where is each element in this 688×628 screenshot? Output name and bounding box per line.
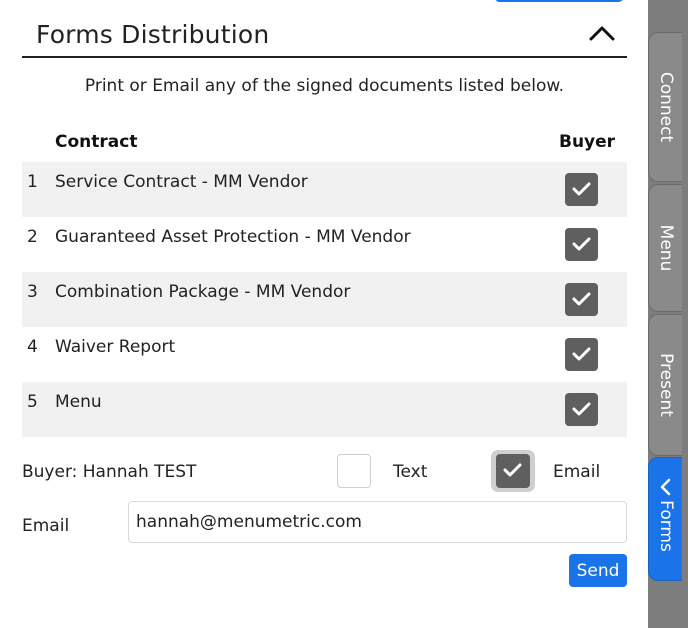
panel-subtitle: Print or Email any of the signed documen… [84, 76, 565, 96]
document-number: 4 [27, 337, 38, 357]
buyer-checkbox[interactable] [565, 338, 598, 371]
tab-present[interactable]: Present [648, 314, 682, 456]
buyer-name: Buyer: Hannah TEST [22, 462, 197, 482]
checkmark-icon [572, 402, 591, 416]
checkmark-icon [572, 347, 591, 361]
buyer-checkbox[interactable] [565, 173, 598, 206]
document-list: 1 Service Contract - MM Vendor 2 Guarant… [22, 162, 627, 437]
document-row: 4 Waiver Report [22, 327, 627, 382]
panel-header: Forms Distribution [22, 0, 627, 58]
document-name: Waiver Report [55, 337, 176, 357]
email-field-label: Email [22, 516, 70, 536]
document-row: 1 Service Contract - MM Vendor [22, 162, 627, 217]
tab-forms-label: Forms [655, 500, 676, 553]
column-header-buyer: Buyer [559, 132, 616, 152]
text-delivery-label: Text [393, 462, 428, 482]
document-row: 3 Combination Package - MM Vendor [22, 272, 627, 327]
buyer-checkbox[interactable] [565, 393, 598, 426]
chevron-left-icon [660, 478, 671, 496]
panel-title: Forms Distribution [36, 20, 270, 49]
column-header-contract: Contract [55, 132, 138, 152]
document-number: 5 [27, 392, 38, 412]
tab-connect[interactable]: Connect [648, 32, 682, 182]
checkmark-icon [503, 463, 522, 477]
document-name: Service Contract - MM Vendor [55, 172, 308, 192]
text-delivery-checkbox[interactable] [337, 454, 371, 488]
email-field[interactable] [128, 501, 627, 543]
checkmark-icon [572, 292, 591, 306]
tab-menu[interactable]: Menu [648, 184, 682, 312]
buyer-checkbox[interactable] [565, 283, 598, 316]
email-delivery-checkbox-fill [496, 454, 530, 488]
tab-present-label: Present [655, 353, 676, 417]
send-button[interactable]: Send [569, 554, 627, 587]
tab-menu-label: Menu [655, 224, 676, 272]
checkmark-icon [572, 182, 591, 196]
tab-connect-label: Connect [655, 71, 676, 143]
buyer-checkbox[interactable] [565, 228, 598, 261]
document-number: 3 [27, 282, 38, 302]
email-delivery-label: Email [553, 462, 601, 482]
document-number: 1 [27, 172, 38, 192]
email-delivery-checkbox[interactable] [491, 450, 535, 492]
checkmark-icon [572, 237, 591, 251]
document-number: 2 [27, 227, 38, 247]
document-row: 2 Guaranteed Asset Protection - MM Vendo… [22, 217, 627, 272]
document-name: Guaranteed Asset Protection - MM Vendor [55, 227, 411, 247]
document-name: Combination Package - MM Vendor [55, 282, 351, 302]
chevron-up-icon[interactable] [589, 24, 615, 44]
tab-forms[interactable]: Forms [648, 457, 682, 581]
document-row: 5 Menu [22, 382, 627, 437]
document-name: Menu [55, 392, 102, 412]
